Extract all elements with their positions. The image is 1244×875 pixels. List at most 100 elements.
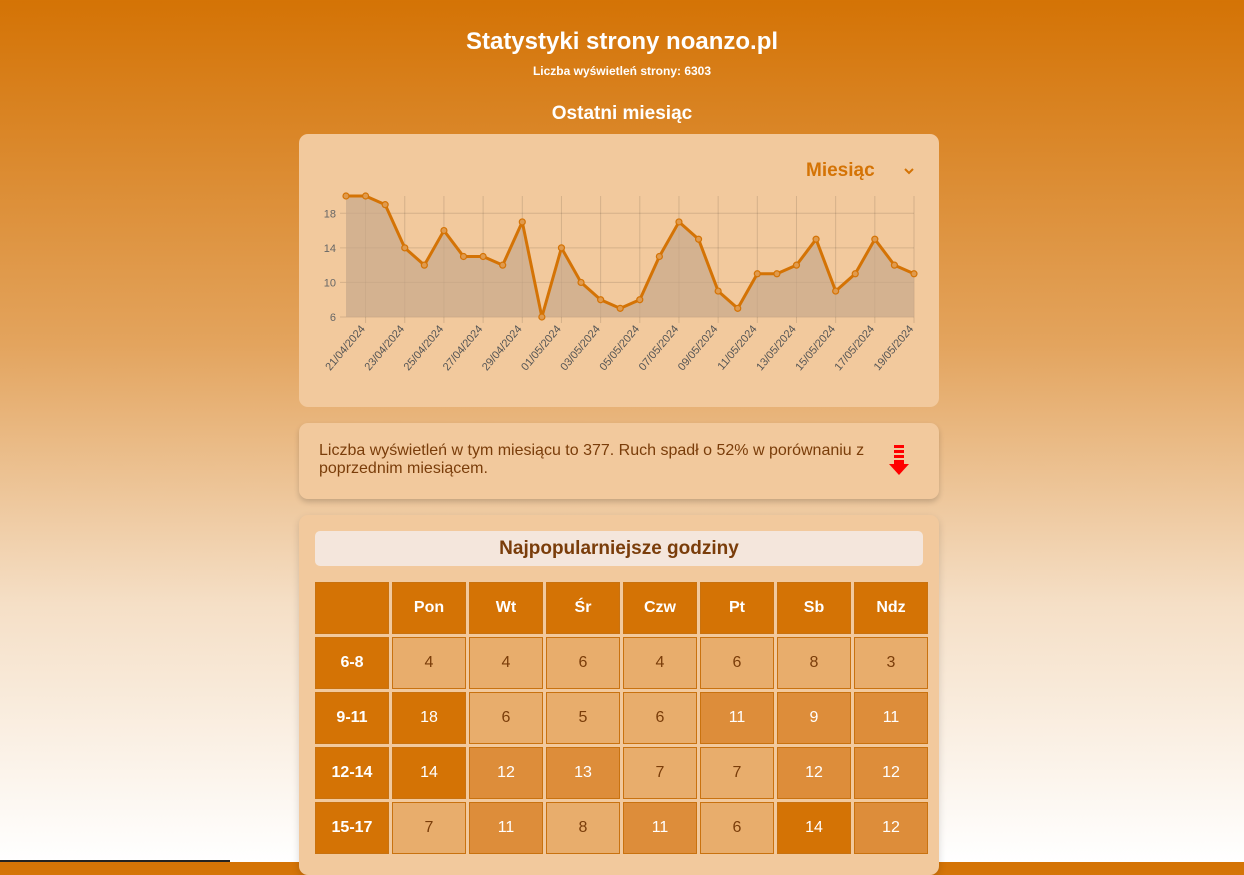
x-tick-label: 25/04/2024: [402, 323, 447, 373]
data-point: [538, 313, 546, 321]
hour-cell: 9: [777, 692, 851, 744]
data-point: [361, 192, 370, 200]
x-tick-label: 27/04/2024: [441, 323, 486, 373]
x-tick-label: 23/04/2024: [362, 323, 407, 373]
table-header-row: Pon Wt Śr Czw Pt Sb Ndz: [315, 582, 928, 634]
hour-cell: 3: [854, 637, 928, 689]
day-header: Pon: [392, 582, 466, 634]
y-tick-label: 10: [324, 277, 336, 289]
hour-cell: 8: [546, 802, 620, 854]
hour-cell: 6: [623, 692, 697, 744]
hour-cell: 13: [546, 747, 620, 799]
hour-range-label: 9-11: [315, 692, 389, 744]
hour-cell: 12: [469, 747, 543, 799]
data-point: [851, 270, 859, 278]
popular-hours-card: Najpopularniejsze godziny Pon Wt Śr Czw …: [299, 515, 939, 875]
x-tick-label: 19/05/2024: [872, 323, 917, 373]
data-point: [773, 270, 781, 278]
day-header: Ndz: [854, 582, 928, 634]
x-tick-label: 21/04/2024: [323, 323, 368, 373]
y-tick-label: 6: [330, 312, 336, 324]
data-point: [479, 252, 487, 261]
hour-cell: 7: [700, 747, 774, 799]
hour-cell: 11: [854, 692, 928, 744]
day-header: Śr: [546, 582, 620, 634]
hour-cell: 6: [546, 637, 620, 689]
hour-cell: 4: [392, 637, 466, 689]
y-tick-label: 18: [324, 208, 336, 220]
day-header: Wt: [469, 582, 543, 634]
hour-cell: 6: [469, 692, 543, 744]
data-point: [518, 218, 526, 226]
day-header: Czw: [623, 582, 697, 634]
summary-text: Liczba wyświetleń w tym miesiącu to 377.…: [319, 442, 865, 477]
data-point: [636, 296, 644, 304]
data-point: [734, 304, 742, 312]
hour-cell: 11: [700, 692, 774, 744]
data-point: [910, 270, 918, 278]
data-point: [616, 304, 624, 312]
data-point: [655, 252, 663, 261]
hour-cell: 11: [623, 802, 697, 854]
hour-cell: 8: [777, 637, 851, 689]
hour-cell: 14: [392, 747, 466, 799]
hour-range-label: 6-8: [315, 637, 389, 689]
day-header: Pt: [700, 582, 774, 634]
table-row: 6-8 4 4 6 4 6 8 3: [315, 637, 928, 689]
hour-cell: 7: [623, 747, 697, 799]
corner-cell: [315, 582, 389, 634]
y-tick-label: 14: [324, 243, 336, 255]
data-point: [381, 201, 389, 209]
data-point: [557, 244, 566, 252]
period-select-value: Miesiąc: [806, 160, 875, 181]
data-point: [694, 235, 703, 243]
data-point: [675, 218, 683, 226]
data-point: [792, 261, 801, 269]
data-point: [577, 278, 585, 287]
day-header: Sb: [777, 582, 851, 634]
page-title: Statystyki strony noanzo.pl: [465, 28, 779, 55]
x-tick-label: 11/05/2024: [716, 323, 760, 372]
hour-cell: 11: [469, 802, 543, 854]
section-title: Ostatni miesiąc: [551, 103, 693, 124]
data-point: [812, 235, 820, 243]
chevron-down-icon: [904, 165, 914, 177]
area-fill: [346, 196, 914, 317]
data-point: [753, 270, 761, 278]
hour-cell: 12: [854, 802, 928, 854]
hour-range-label: 15-17: [315, 802, 389, 854]
summary-card: Liczba wyświetleń w tym miesiącu to 377.…: [299, 423, 939, 499]
hour-range-label: 12-14: [315, 747, 389, 799]
popular-hours-title: Najpopularniejsze godziny: [315, 531, 923, 566]
hour-cell: 12: [854, 747, 928, 799]
data-point: [401, 244, 409, 252]
total-views-text: Liczba wyświetleń strony: 6303: [532, 64, 712, 78]
data-point: [440, 226, 448, 235]
hour-cell: 4: [623, 637, 697, 689]
arrow-down-icon: [888, 445, 910, 482]
data-point: [890, 261, 899, 269]
data-point: [871, 235, 879, 243]
table-row: 9-11 18 6 5 6 11 9 11: [315, 692, 928, 744]
hour-cell: 18: [392, 692, 466, 744]
data-point: [832, 287, 840, 295]
hour-cell: 12: [777, 747, 851, 799]
hour-cell: 5: [546, 692, 620, 744]
hour-cell: 14: [777, 802, 851, 854]
data-point: [342, 192, 350, 200]
table-row: 15-17 7 11 8 11 6 14 12: [315, 802, 928, 854]
popular-hours-table: Pon Wt Śr Czw Pt Sb Ndz 6-8 4 4 6 4 6 8 3 9-11 18…: [312, 579, 931, 857]
hour-cell: 4: [469, 637, 543, 689]
hour-cell: 6: [700, 637, 774, 689]
hour-cell: 7: [392, 802, 466, 854]
x-tick-label: 09/05/2024: [676, 323, 721, 373]
table-row: 12-14 14 12 13 7 7 12 12: [315, 747, 928, 799]
data-point: [420, 261, 428, 269]
data-point: [597, 296, 605, 304]
data-point: [459, 252, 468, 261]
period-select[interactable]: Miesiąc: [806, 158, 918, 184]
x-tick-label: 17/05/2024: [833, 323, 878, 373]
data-point: [714, 287, 722, 295]
hour-cell: 6: [700, 802, 774, 854]
data-point: [499, 261, 507, 269]
